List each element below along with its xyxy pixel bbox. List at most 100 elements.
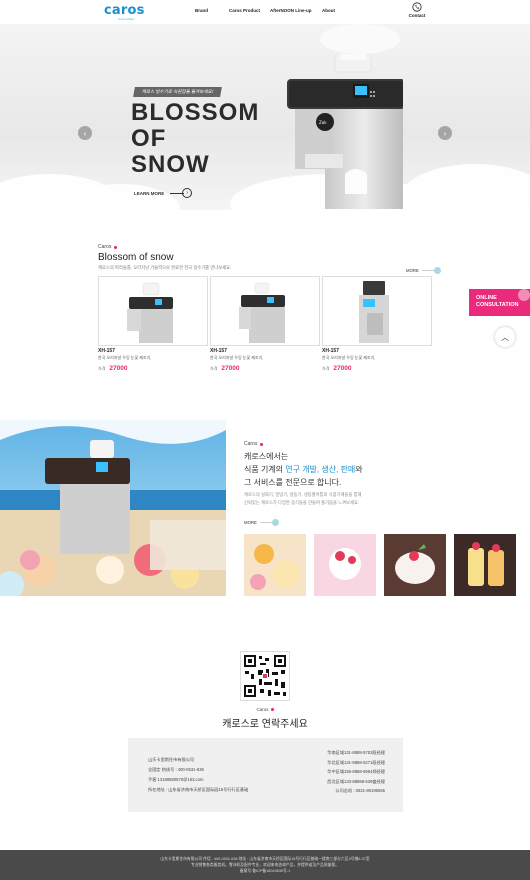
product-name[interactable]: XH-157 bbox=[322, 348, 432, 354]
price-label: 가격 bbox=[98, 366, 106, 371]
nav-item-brand[interactable]: Brand bbox=[195, 8, 208, 13]
product-image bbox=[239, 282, 285, 343]
products-label-text: Caros bbox=[98, 244, 112, 250]
more-label: MORE bbox=[244, 520, 257, 525]
about-line1: 캐로스에서는 bbox=[244, 452, 289, 461]
qr-code-image bbox=[241, 652, 289, 700]
price-value: 27000 bbox=[109, 365, 128, 372]
about-line2-post: 와 bbox=[355, 465, 363, 474]
contact-line: 公司总机 : 0531-89195555 bbox=[335, 788, 385, 793]
about-label-text: Caros bbox=[244, 441, 258, 447]
beach-scene-image bbox=[0, 420, 226, 596]
hero-title-line: BLOSSOM bbox=[131, 99, 260, 126]
product-price: 가격 27000 bbox=[322, 365, 432, 372]
contact-title: 캐로스로 연락주세요 bbox=[222, 719, 308, 730]
hero-title-line: OF bbox=[131, 125, 167, 152]
price-label: 가격 bbox=[322, 366, 330, 371]
dessert-photo[interactable] bbox=[314, 534, 376, 596]
dessert-image bbox=[244, 534, 306, 596]
product-name[interactable]: XH-157 bbox=[98, 348, 208, 354]
contact-label: Caros bbox=[0, 707, 530, 712]
hero-tag: 캐로스 빙수기로 식원함을 즐겨보세요! bbox=[133, 87, 223, 97]
about-title: 캐로스에서는 식품 기계의 연구 개발, 생산, 판매와 그 서비스를 전문으로… bbox=[244, 450, 363, 489]
contact-line: 全国定 热线号 : 400-0531-636 bbox=[148, 767, 204, 772]
contact-line: 华北区域131-8888-5271段经理 bbox=[327, 759, 385, 765]
hero-banner: 캐로스 빙수기로 식원함을 즐겨보세요! BLOSSOM OF SNOW LEA… bbox=[0, 24, 530, 210]
contact-line: 所在地址 : 山东省济南市天桥区国际园15号行行区基础 bbox=[148, 787, 249, 792]
contact-link[interactable]: Contact bbox=[406, 2, 428, 18]
more-ball-icon bbox=[271, 519, 279, 526]
snow-machine-image: Zak bbox=[287, 54, 403, 209]
main-nav: Brand Caros Product AfterNOON Line-up Ab… bbox=[0, 8, 530, 18]
contact-line[interactable]: 手客 13188880570@163.com bbox=[148, 775, 248, 785]
contact-line: 西北区域133-88888-639盛经理 bbox=[327, 778, 385, 784]
product-desc: 한국 오리지널 우잉 눈꽃 제조기, bbox=[98, 355, 152, 360]
about-more-link[interactable]: MORE bbox=[244, 519, 279, 526]
dessert-image bbox=[384, 534, 446, 596]
about-line2: 식품 기계의 연구 개발, 생산, 판매와 bbox=[244, 463, 363, 476]
more-ball-icon bbox=[433, 267, 441, 274]
product-price: 가격 27000 bbox=[210, 365, 320, 372]
product-image bbox=[359, 281, 389, 343]
chevron-up-icon: ︿ bbox=[501, 332, 509, 342]
phone-icon bbox=[412, 2, 422, 12]
contact-line: 华中区域155-8888-6954郑经理 bbox=[327, 769, 385, 774]
about-feature-image bbox=[0, 420, 226, 596]
product-card[interactable] bbox=[322, 276, 432, 346]
more-label: MORE bbox=[406, 268, 419, 273]
footer-line[interactable]: 备案号:鲁ICP备18043630号-1 bbox=[0, 868, 530, 874]
hero-title-line: SNOW bbox=[131, 151, 210, 178]
prev-slide-button[interactable]: ‹ bbox=[78, 126, 92, 140]
product-info: XH-157 한국 오리지널 우잉 눈꽃 제조기, 가격 27000 bbox=[98, 348, 208, 372]
arrow-right-icon: › bbox=[182, 188, 193, 198]
price-label: 가격 bbox=[210, 366, 218, 371]
contact-line: 华南区域131-8888-5753段经理 bbox=[327, 750, 385, 755]
chevron-right-icon: › bbox=[443, 128, 447, 138]
product-image bbox=[127, 282, 173, 343]
contact-region-info: 华南区域131-8888-5753段经理 华北区域131-8888-5271段经… bbox=[327, 748, 385, 796]
product-name[interactable]: XH-157 bbox=[210, 348, 320, 354]
nav-item-afternoon-lineup[interactable]: AfterNOON Line-up bbox=[270, 8, 312, 13]
dessert-image bbox=[314, 534, 376, 596]
contact-line: 山乐卡里斯住市有限公司 bbox=[148, 757, 195, 762]
about-desc-line: 캐로스의 설화기, 얼빙기, 냉동기, 냉동혈어통의 식품기계들을 통해 bbox=[244, 492, 362, 497]
nav-item-about[interactable]: About bbox=[322, 8, 335, 13]
products-label: Caros bbox=[98, 244, 118, 250]
product-info: XH-157 한국 오리지널 우잉 눈꽃 제조기, 가격 27000 bbox=[210, 348, 320, 372]
contact-label-text: Caros bbox=[256, 707, 269, 712]
dessert-image bbox=[454, 534, 516, 596]
contact-label: Contact bbox=[408, 13, 426, 18]
product-price: 가격 27000 bbox=[98, 365, 208, 372]
learn-more-label: LEARN MORE bbox=[134, 190, 165, 196]
about-description: 캐로스의 설화기, 얼빙기, 냉동기, 냉동혈어통의 식품기계들을 통해 신뢰있… bbox=[244, 491, 361, 507]
dessert-photo[interactable] bbox=[454, 534, 516, 596]
site-footer: 山东卡里斯住市有限公司 传话 : 400-0531-636 地址 : 山东省济南… bbox=[0, 850, 530, 880]
pink-dot-icon bbox=[114, 245, 118, 249]
products-more-link[interactable]: MORE bbox=[406, 267, 441, 274]
next-slide-button[interactable]: › bbox=[438, 126, 452, 140]
site-header: caros Snow Maker Brand Caros Product Aft… bbox=[0, 0, 530, 24]
products-description: 캐로스의 파라솔를, 오라지냥 기술력으로 완료한 한국 빙수기를 만나보세요. bbox=[98, 265, 232, 270]
about-line3: 그 서비스를 전문으로 합니다. bbox=[244, 478, 342, 487]
dessert-photo[interactable] bbox=[384, 534, 446, 596]
consult-line2: CONSULTATION bbox=[476, 302, 519, 308]
about-line2-highlight: 연구 개발, 생산, 판매 bbox=[285, 465, 356, 474]
product-card[interactable] bbox=[98, 276, 208, 346]
contact-info-box: 山乐卡里斯住市有限公司 全国定 热线号 : 400-0531-636 手客 13… bbox=[128, 738, 403, 812]
online-consultation-button[interactable]: ONLINE CONSULTATION bbox=[469, 289, 530, 316]
scroll-top-button[interactable]: ︿ bbox=[495, 327, 515, 347]
product-card[interactable] bbox=[210, 276, 320, 346]
nav-item-caros-product[interactable]: Caros Product bbox=[229, 8, 260, 13]
learn-more-button[interactable]: LEARN MORE › bbox=[134, 188, 193, 198]
chevron-left-icon: ‹ bbox=[83, 128, 87, 138]
contact-company-info: 山乐卡里斯住市有限公司 全国定 热线号 : 400-0531-636 手客 13… bbox=[148, 755, 248, 795]
product-desc: 한국 오리지널 우잉 눈꽃 제조기, bbox=[322, 355, 376, 360]
price-value: 27000 bbox=[333, 365, 352, 372]
about-desc-line: 신뢰있는 캐로스가 다양한 음식들을 만들며 즐거움을 느껴보세요. bbox=[244, 500, 360, 505]
dessert-photo[interactable] bbox=[244, 534, 306, 596]
products-title: Blossom of snow bbox=[98, 252, 174, 263]
price-value: 27000 bbox=[221, 365, 240, 372]
pink-dot-icon bbox=[260, 442, 264, 446]
hero-title: BLOSSOM OF SNOW bbox=[131, 100, 259, 178]
pink-dot-icon bbox=[270, 708, 274, 712]
